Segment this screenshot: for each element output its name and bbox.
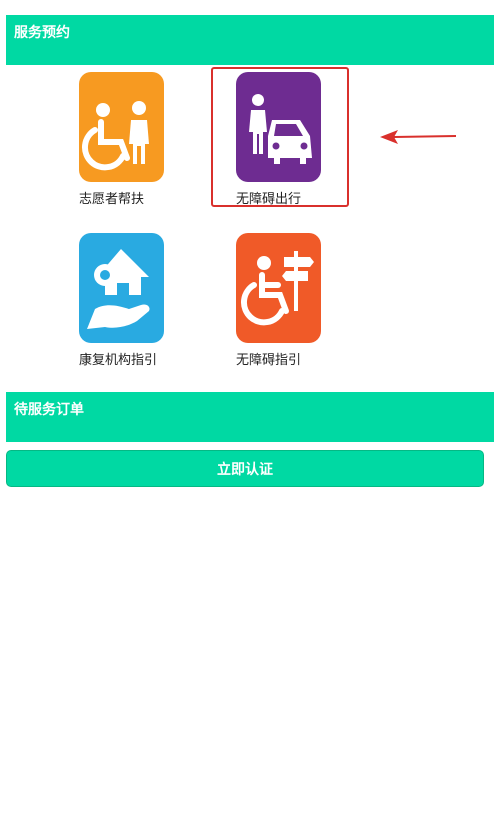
services-header-title: 服务预约 (14, 25, 70, 41)
hand-house-icon (79, 233, 164, 343)
pending-orders-title: 待服务订单 (14, 402, 84, 418)
service-tile-volunteer[interactable]: 志愿者帮扶 (79, 72, 209, 212)
services-header: 服务预约 (6, 15, 494, 65)
pending-orders-header: 待服务订单 (6, 392, 494, 442)
service-label-rehab: 康复机构指引 (79, 353, 158, 368)
service-tile-rehab[interactable]: 康复机构指引 (79, 233, 209, 373)
service-label-accessibility-guide: 无障碍指引 (236, 353, 302, 368)
highlight-box (211, 67, 349, 207)
verify-now-label: 立即认证 (217, 461, 273, 478)
verify-now-button[interactable]: 立即认证 (6, 450, 484, 487)
wheelchair-helper-icon (79, 72, 164, 182)
pointer-arrow-icon (380, 130, 457, 144)
service-tile-accessibility-guide[interactable]: 无障碍指引 (236, 233, 366, 373)
wheelchair-signpost-icon (236, 233, 321, 343)
service-label-volunteer: 志愿者帮扶 (79, 192, 145, 207)
